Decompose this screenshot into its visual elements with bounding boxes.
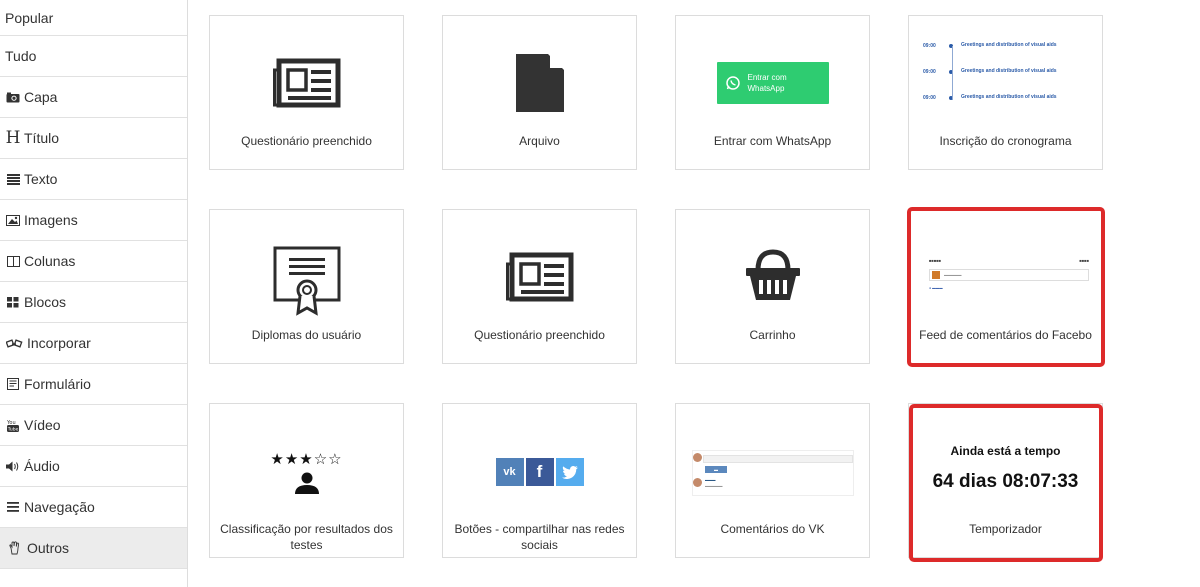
widget-card-whatsapp[interactable]: Entrar com WhatsApp Entrar com WhatsApp: [675, 15, 870, 170]
whatsapp-button-preview: Entrar com WhatsApp: [676, 62, 869, 104]
file-icon: [443, 52, 636, 114]
card-caption: Feed de comentários do Facebo: [919, 328, 1092, 342]
facebook-icon: f: [525, 458, 554, 486]
sidebar-item-label: Texto: [24, 171, 58, 187]
embed-icon: [5, 336, 24, 350]
sidebar-item-label: Blocos: [24, 294, 67, 310]
schedule-preview: 09:00 Greetings and distribution of visu…: [923, 42, 1088, 120]
widget-card-schedule[interactable]: 09:00 Greetings and distribution of visu…: [908, 15, 1103, 170]
certificate-icon: [210, 246, 403, 316]
timer-value: 64 dias 08:07:33: [932, 471, 1079, 492]
sidebar-item-audio[interactable]: Áudio: [0, 446, 187, 487]
widget-card-cart[interactable]: Carrinho: [675, 209, 870, 364]
hand-icon: [5, 541, 24, 555]
schedule-title: Greetings and distribution of visual aid…: [961, 68, 1057, 74]
card-caption: Questionário preenchido: [241, 134, 372, 148]
sidebar-item-texto[interactable]: Texto: [0, 159, 187, 200]
newspaper-icon: [210, 58, 403, 108]
widget-card-facebook-comments[interactable]: ■■■■■ ■■■■ ▬▬▬▬▬ ● ▬▬▬ Feed de comentário…: [908, 209, 1103, 364]
sidebar-item-colunas[interactable]: Colunas: [0, 241, 187, 282]
sidebar-item-label: Formulário: [24, 376, 91, 392]
widget-card-file[interactable]: Arquivo: [442, 15, 637, 170]
sidebar: Popular Tudo Capa H Título Texto Imagens…: [0, 0, 188, 587]
text-lines-icon: [5, 172, 21, 186]
card-caption: Arquivo: [519, 134, 560, 148]
vk-icon: vk: [495, 458, 524, 486]
card-caption: Botões - compartilhar nas redes sociais: [454, 522, 625, 552]
widget-card-timer[interactable]: Ainda está a tempo 64 dias 08:07:33 Temp…: [908, 403, 1103, 558]
card-caption: Inscrição do cronograma: [939, 134, 1072, 148]
blocks-icon: [5, 295, 21, 309]
card-caption: Comentários do VK: [720, 522, 825, 536]
sidebar-item-label: Navegação: [24, 499, 95, 515]
sidebar-item-formulario[interactable]: Formulário: [0, 364, 187, 405]
sidebar-item-label: Incorporar: [27, 335, 91, 351]
schedule-time: 09:00: [923, 69, 936, 75]
facebook-comments-preview: ■■■■■ ■■■■ ▬▬▬▬▬ ● ▬▬▬: [929, 258, 1089, 290]
widget-card-share-buttons[interactable]: vk f Botões - compartilhar nas redes soc…: [442, 403, 637, 558]
columns-icon: [5, 254, 21, 268]
basket-icon: [676, 248, 869, 303]
schedule-time: 09:00: [923, 43, 936, 49]
whatsapp-button: Entrar com WhatsApp: [716, 62, 829, 104]
youtube-icon: You Tube: [5, 418, 21, 432]
sidebar-item-outros[interactable]: Outros: [0, 528, 187, 569]
timer-title: Ainda está a tempo: [950, 444, 1061, 458]
sidebar-item-label: Colunas: [24, 253, 76, 269]
camera-icon: [5, 90, 21, 104]
schedule-time: 09:00: [923, 95, 936, 101]
sidebar-item-video[interactable]: You Tube Vídeo: [0, 405, 187, 446]
widget-card-questionnaire[interactable]: Questionário preenchido: [209, 15, 404, 170]
menu-icon: [5, 500, 21, 514]
sidebar-item-capa[interactable]: Capa: [0, 77, 187, 118]
form-icon: [5, 377, 21, 391]
whatsapp-button-label: Entrar com WhatsApp: [747, 73, 787, 93]
sidebar-item-incorporar[interactable]: Incorporar: [0, 323, 187, 364]
vk-comments-preview: ▬ ▬▬▬ ▬▬▬▬▬: [692, 450, 854, 496]
speaker-icon: [5, 459, 21, 473]
card-caption: Questionário preenchido: [474, 328, 605, 342]
twitter-icon: [555, 458, 584, 486]
card-caption: Carrinho: [749, 328, 796, 342]
sidebar-item-titulo[interactable]: H Título: [0, 118, 187, 159]
sidebar-item-tudo[interactable]: Tudo: [0, 36, 187, 77]
sidebar-item-label: Tudo: [5, 48, 37, 64]
widget-card-questionnaire-2[interactable]: Questionário preenchido: [442, 209, 637, 364]
newspaper-icon: [443, 252, 636, 302]
svg-text:Tube: Tube: [7, 426, 19, 432]
sidebar-item-imagens[interactable]: Imagens: [0, 200, 187, 241]
image-icon: [5, 213, 21, 227]
sidebar-item-blocos[interactable]: Blocos: [0, 282, 187, 323]
sidebar-item-navegacao[interactable]: Navegação: [0, 487, 187, 528]
sidebar-item-label: Áudio: [24, 458, 60, 474]
card-caption: Entrar com WhatsApp: [713, 134, 832, 148]
sidebar-item-label: Vídeo: [24, 417, 61, 433]
share-buttons-icon: vk f: [443, 458, 636, 486]
sidebar-item-label: Título: [24, 130, 60, 146]
widget-card-rating[interactable]: ★★★☆☆ Classificação por resultados dos t…: [209, 403, 404, 558]
schedule-title: Greetings and distribution of visual aid…: [961, 94, 1057, 100]
widget-card-vk-comments[interactable]: ▬ ▬▬▬ ▬▬▬▬▬ Comentários do VK: [675, 403, 870, 558]
card-caption: Diplomas do usuário: [251, 328, 362, 342]
schedule-title: Greetings and distribution of visual aid…: [961, 42, 1057, 48]
card-caption: Temporizador: [969, 522, 1042, 536]
user-icon: [294, 472, 319, 494]
whatsapp-icon: [725, 76, 740, 90]
sidebar-item-label: Capa: [24, 89, 58, 105]
heading-icon: H: [5, 128, 21, 148]
sidebar-item-label: Popular: [5, 9, 54, 26]
sidebar-item-label: Outros: [27, 540, 70, 556]
sidebar-item-label: Imagens: [24, 212, 78, 228]
card-caption: Classificação por resultados dos testes: [220, 522, 393, 552]
sidebar-item-popular[interactable]: Popular: [0, 0, 187, 36]
rating-user-icon: ★★★☆☆: [210, 450, 403, 494]
widget-card-diplomas[interactable]: Diplomas do usuário: [209, 209, 404, 364]
stars-icon: ★★★☆☆: [270, 450, 343, 468]
